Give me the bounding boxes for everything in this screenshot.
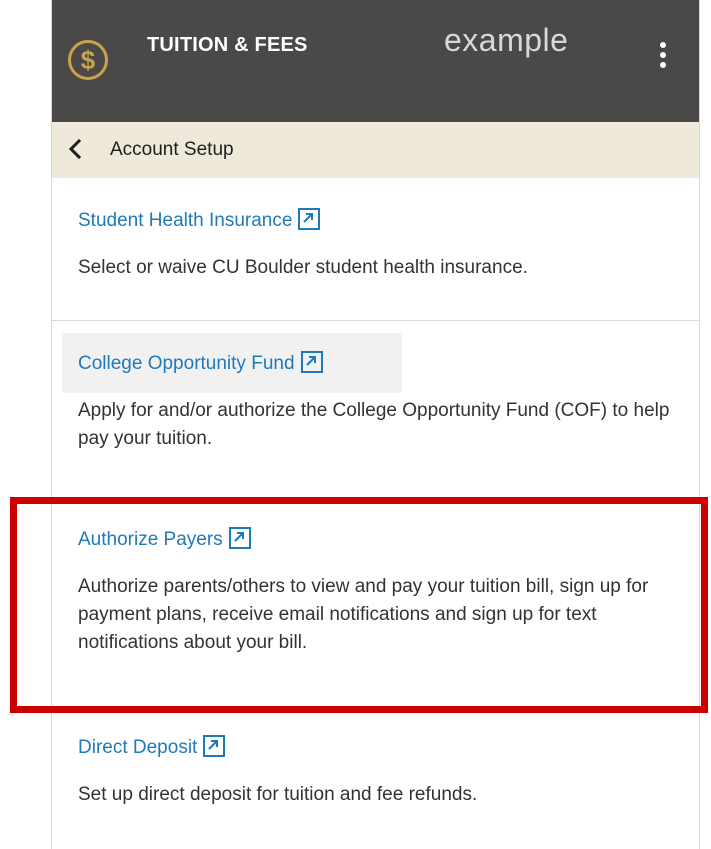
- tuition-fees-panel: $ TUITION & FEES example Account Setup S…: [51, 0, 700, 849]
- chevron-left-icon[interactable]: [64, 136, 86, 162]
- account-setup-title: Account Setup: [110, 139, 234, 160]
- college-opportunity-fund-link[interactable]: College Opportunity Fund: [78, 351, 323, 375]
- external-link-icon[interactable]: [203, 735, 226, 757]
- link-label[interactable]: Direct Deposit: [78, 737, 197, 758]
- panel-header: $ TUITION & FEES example: [52, 0, 699, 122]
- student-health-insurance-link[interactable]: Student Health Insurance: [78, 208, 321, 232]
- link-label[interactable]: Student Health Insurance: [78, 210, 292, 231]
- list-item-direct-deposit: Direct Deposit Set up direct deposit for…: [52, 707, 699, 849]
- panel-title: TUITION & FEES: [147, 34, 308, 56]
- dollar-coin-icon: $: [68, 40, 108, 80]
- account-setup-bar: Account Setup: [52, 122, 699, 178]
- direct-deposit-link[interactable]: Direct Deposit: [78, 735, 226, 759]
- list-item-college-opportunity-fund: College Opportunity Fund Apply for and/o…: [52, 321, 699, 501]
- item-description: Set up direct deposit for tuition and fe…: [78, 784, 478, 805]
- external-link-icon[interactable]: [300, 351, 323, 373]
- item-description: Select or waive CU Boulder student healt…: [78, 257, 528, 278]
- link-label[interactable]: College Opportunity Fund: [78, 353, 295, 374]
- item-description: Apply for and/or authorize the College O…: [78, 400, 670, 449]
- list-item-student-health-insurance: Student Health Insurance Select or waive…: [52, 178, 699, 320]
- external-link-icon[interactable]: [298, 208, 321, 230]
- kebab-menu-icon[interactable]: [657, 42, 669, 68]
- highlight-box: [10, 497, 708, 713]
- example-watermark: example: [444, 22, 569, 58]
